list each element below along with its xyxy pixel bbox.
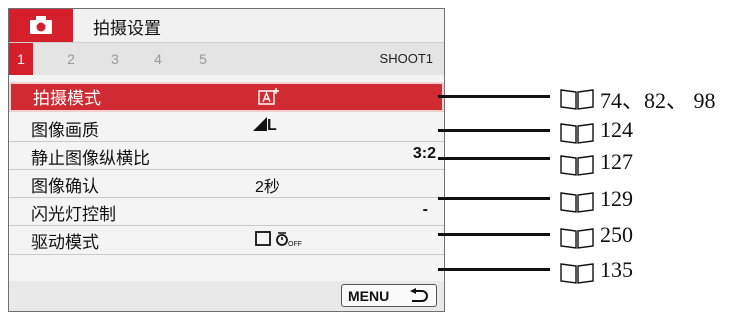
book-icon bbox=[560, 263, 594, 284]
svg-text:OFF: OFF bbox=[288, 241, 302, 248]
book-icon bbox=[560, 123, 594, 144]
menu-item-shooting-mode[interactable]: 拍摄模式 bbox=[9, 82, 444, 112]
menu-item-flash-control[interactable]: 闪光灯控制 - bbox=[9, 198, 444, 226]
page-name: SHOOT1 bbox=[379, 51, 433, 66]
menu-back-button[interactable]: MENU bbox=[341, 284, 437, 307]
page-numbers: 74、82、 98 bbox=[600, 88, 716, 113]
single-shot-self-timer-off-icon: OFF bbox=[255, 230, 303, 253]
menu-item-label: 闪光灯控制 bbox=[31, 205, 116, 225]
camera-icon bbox=[30, 16, 52, 34]
menu-item-label: 图像画质 bbox=[31, 121, 99, 141]
aspect-ratio-value: 3:2 bbox=[412, 145, 436, 162]
leader-line bbox=[438, 129, 550, 132]
shooting-menu-panel: 拍摄设置 1 2 3 4 5 SHOOT1 拍摄模式 图像画质 L 静止图像纵横… bbox=[8, 8, 445, 312]
menu-header: 拍摄设置 bbox=[9, 9, 444, 43]
leader-line bbox=[438, 233, 550, 236]
tab-2[interactable]: 2 bbox=[58, 43, 84, 75]
page-numbers: 250 bbox=[600, 222, 633, 247]
tab-1[interactable]: 1 bbox=[9, 43, 33, 75]
tab-3[interactable]: 3 bbox=[102, 43, 128, 75]
return-arrow-icon bbox=[410, 288, 428, 302]
menu-item-label: 驱动模式 bbox=[31, 233, 99, 253]
menu-item-drive-mode[interactable]: 驱动模式 OFF bbox=[9, 226, 444, 255]
quality-value: L bbox=[253, 117, 277, 135]
menu-item-label: 拍摄模式 bbox=[33, 89, 101, 109]
tab-4[interactable]: 4 bbox=[145, 43, 171, 75]
menu-item-label: 图像确认 bbox=[31, 177, 99, 197]
flash-control-value: - bbox=[422, 201, 428, 218]
scene-intelligent-auto-icon bbox=[257, 87, 281, 112]
menu-item-label: 静止图像纵横比 bbox=[31, 149, 150, 169]
menu-item-image-quality[interactable]: 图像画质 L bbox=[9, 114, 444, 142]
leader-line bbox=[438, 157, 550, 160]
page-numbers: 127 bbox=[600, 149, 633, 174]
menu-item-image-review[interactable]: 图像确认 2秒 bbox=[9, 170, 444, 198]
page-numbers: 129 bbox=[600, 186, 633, 211]
page-numbers: 124 bbox=[600, 117, 633, 142]
menu-title: 拍摄设置 bbox=[93, 19, 161, 39]
page-tabs: 1 2 3 4 5 SHOOT1 bbox=[9, 43, 444, 75]
book-icon bbox=[560, 155, 594, 176]
book-icon bbox=[560, 228, 594, 249]
image-review-value: 2秒 bbox=[255, 179, 280, 196]
menu-item-aspect-ratio[interactable]: 静止图像纵横比 3:2 bbox=[9, 142, 444, 170]
camera-tab[interactable] bbox=[9, 9, 73, 42]
menu-button-label: MENU bbox=[348, 288, 390, 304]
page-numbers: 135 bbox=[600, 257, 633, 282]
leader-line bbox=[438, 95, 550, 98]
book-icon bbox=[560, 89, 594, 110]
leader-line bbox=[438, 197, 550, 200]
menu-footer: MENU bbox=[9, 281, 444, 311]
quality-large-fine-icon bbox=[253, 117, 267, 131]
book-icon bbox=[560, 192, 594, 213]
quality-size-letter: L bbox=[267, 117, 277, 134]
tab-5[interactable]: 5 bbox=[190, 43, 216, 75]
leader-line bbox=[438, 268, 550, 271]
